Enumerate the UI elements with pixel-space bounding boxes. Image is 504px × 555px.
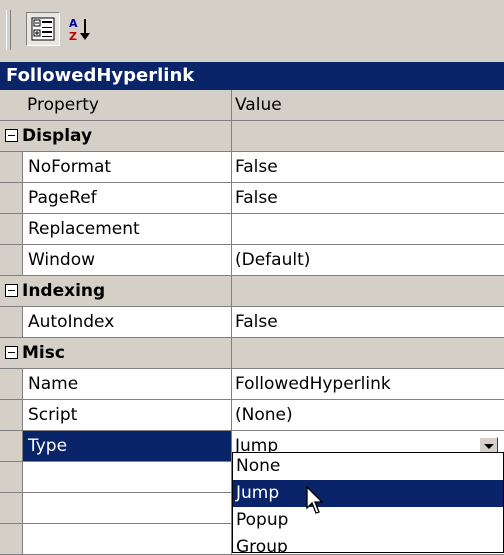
- toolbar-grip: [6, 10, 11, 50]
- value-column-header[interactable]: Value: [232, 90, 504, 121]
- mouse-pointer-icon: [306, 486, 324, 514]
- property-row[interactable]: AutoIndex False: [0, 307, 504, 338]
- property-name: Script: [22, 400, 231, 430]
- property-column-header[interactable]: Property: [0, 90, 232, 121]
- dropdown-option[interactable]: None: [233, 453, 503, 480]
- collapse-icon[interactable]: [5, 129, 18, 142]
- collapse-icon[interactable]: [5, 284, 18, 297]
- property-row[interactable]: Replacement: [0, 214, 504, 245]
- dropdown-option[interactable]: Popup: [233, 507, 503, 534]
- collapse-icon[interactable]: [5, 346, 18, 359]
- property-row[interactable]: PageRef False: [0, 183, 504, 214]
- property-name: AutoIndex: [22, 307, 231, 337]
- property-name: Type: [22, 431, 231, 461]
- category-display[interactable]: Display: [0, 121, 504, 152]
- property-row[interactable]: Window (Default): [0, 245, 504, 276]
- property-row[interactable]: Script (None): [0, 400, 504, 431]
- type-dropdown-list[interactable]: None Jump Popup Group: [232, 452, 504, 553]
- property-value[interactable]: [232, 214, 504, 245]
- property-value[interactable]: False: [232, 152, 504, 183]
- property-value[interactable]: (Default): [232, 245, 504, 276]
- property-value[interactable]: False: [232, 183, 504, 214]
- property-name: PageRef: [22, 183, 231, 213]
- property-name: NoFormat: [22, 152, 231, 182]
- svg-text:A: A: [69, 17, 78, 30]
- categorized-button[interactable]: [26, 12, 60, 46]
- property-value[interactable]: False: [232, 307, 504, 338]
- property-row[interactable]: Name FollowedHyperlink: [0, 369, 504, 400]
- svg-text:Z: Z: [69, 30, 77, 42]
- property-value[interactable]: (None): [232, 400, 504, 431]
- category-indexing[interactable]: Indexing: [0, 276, 504, 307]
- dropdown-option[interactable]: Group: [233, 534, 503, 552]
- dropdown-option-highlighted[interactable]: Jump: [233, 480, 503, 507]
- toolbar: A Z: [0, 0, 504, 62]
- property-name: Window: [22, 245, 231, 275]
- property-name: Replacement: [22, 214, 231, 244]
- property-row[interactable]: NoFormat False: [0, 152, 504, 183]
- property-value[interactable]: FollowedHyperlink: [232, 369, 504, 400]
- object-title: FollowedHyperlink: [0, 62, 504, 90]
- grid-header: Property Value: [0, 90, 504, 121]
- category-label: Display: [22, 126, 93, 146]
- alphabetical-button[interactable]: A Z: [64, 12, 98, 46]
- property-name: Name: [22, 369, 231, 399]
- category-label: Misc: [22, 343, 65, 363]
- category-label: Indexing: [22, 281, 106, 301]
- category-misc[interactable]: Misc: [0, 338, 504, 369]
